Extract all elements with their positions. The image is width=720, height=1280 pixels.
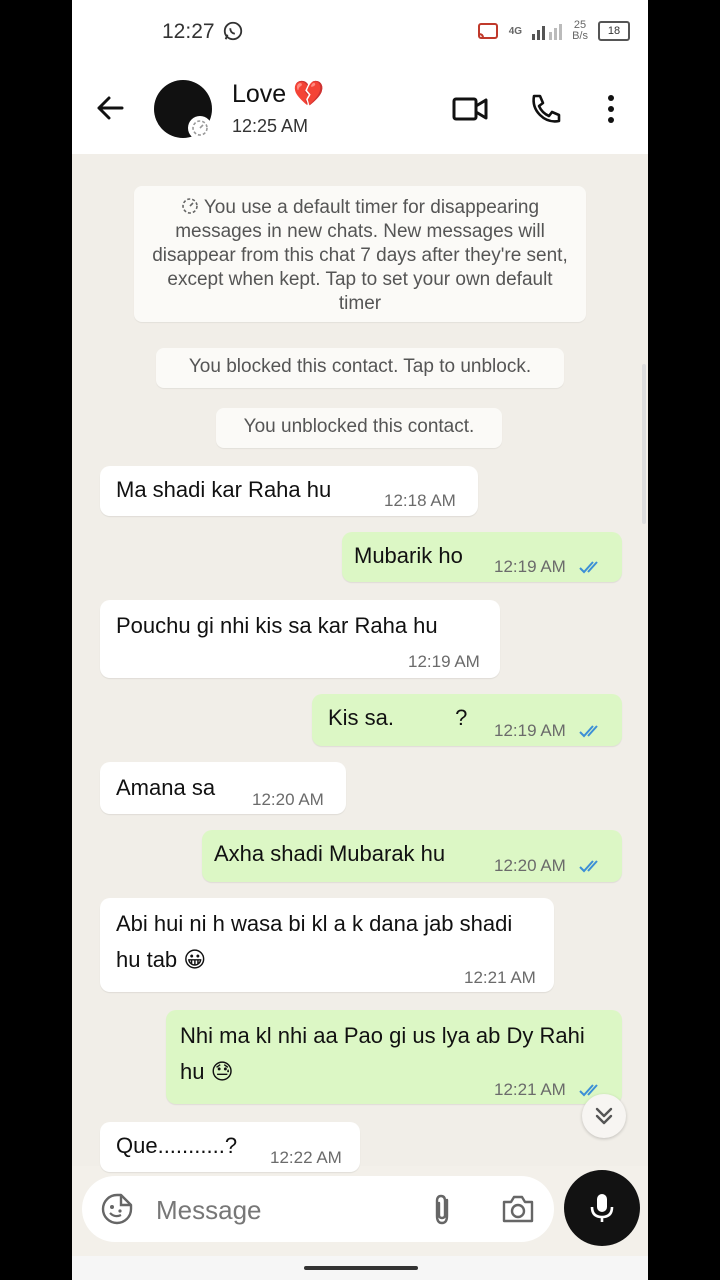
message-incoming[interactable]: Ma shadi kar Raha hu 12:18 AM bbox=[100, 466, 478, 516]
message-outgoing[interactable]: Mubarik ho 12:19 AM bbox=[342, 532, 622, 582]
message-incoming[interactable]: Pouchu gi nhi kis sa kar Raha hu 12:19 A… bbox=[100, 600, 500, 678]
message-input[interactable] bbox=[154, 1188, 408, 1232]
unblocked-notice: You unblocked this contact. bbox=[216, 408, 502, 448]
disappearing-text: You use a default timer for disappearing… bbox=[152, 197, 568, 314]
mic-icon bbox=[590, 1194, 614, 1222]
scroll-down-icon bbox=[595, 1107, 613, 1125]
timer-icon bbox=[188, 116, 212, 140]
cast-icon bbox=[477, 23, 498, 39]
chat-area[interactable]: You use a default timer for disappearing… bbox=[72, 154, 648, 1172]
sticker-icon[interactable] bbox=[100, 1192, 134, 1226]
message-time: 12:19 AM bbox=[408, 652, 480, 671]
signal-icon bbox=[532, 24, 563, 40]
voice-call-icon[interactable] bbox=[528, 92, 564, 126]
message-time: 12:18 AM bbox=[384, 491, 456, 510]
blocked-notice[interactable]: You blocked this contact. Tap to unblock… bbox=[156, 348, 564, 388]
status-time: 12:27 bbox=[162, 20, 215, 43]
message-text: Mubarik ho bbox=[354, 543, 463, 568]
message-composer bbox=[82, 1176, 554, 1242]
message-outgoing[interactable]: Kis sa. ? 12:19 AM bbox=[312, 694, 622, 746]
unblocked-text: You unblocked this contact. bbox=[243, 416, 475, 437]
message-text: Kis sa. ? bbox=[328, 705, 468, 730]
status-icons: 4G 25 B/s 18 bbox=[477, 20, 630, 42]
video-call-icon[interactable] bbox=[452, 92, 488, 126]
message-time: 12:19 AM bbox=[494, 557, 566, 576]
message-time: 12:20 AM bbox=[252, 790, 324, 809]
scroll-to-bottom-button[interactable] bbox=[582, 1094, 626, 1138]
more-options-icon[interactable] bbox=[596, 92, 626, 126]
message-incoming[interactable]: Amana sa 12:20 AM bbox=[100, 762, 346, 814]
message-text: Axha shadi Mubarak hu bbox=[214, 841, 446, 866]
last-seen: 12:25 AM bbox=[232, 116, 309, 136]
whatsapp-icon bbox=[223, 21, 243, 41]
camera-icon[interactable] bbox=[500, 1192, 536, 1226]
contact-name[interactable]: Love 💔 bbox=[232, 80, 324, 109]
message-outgoing[interactable]: Axha shadi Mubarak hu 12:20 AM bbox=[202, 830, 622, 882]
disappearing-notice[interactable]: You use a default timer for disappearing… bbox=[134, 186, 586, 322]
battery-icon: 18 bbox=[598, 21, 630, 41]
read-ticks-icon bbox=[579, 561, 598, 574]
message-text: Que...........? bbox=[116, 1133, 238, 1158]
message-time: 12:21 AM bbox=[494, 1080, 566, 1099]
message-time: 12:20 AM bbox=[494, 856, 566, 875]
message-text: Abi hui ni h wasa bi kl a k dana jab sha… bbox=[116, 911, 513, 972]
attach-icon[interactable] bbox=[428, 1192, 458, 1226]
net-speed: 25 B/s bbox=[572, 19, 588, 42]
navigation-bar bbox=[72, 1256, 648, 1280]
message-text: Amana sa bbox=[116, 775, 216, 800]
message-text: Ma shadi kar Raha hu bbox=[116, 477, 332, 502]
message-outgoing[interactable]: Nhi ma kl nhi aa Pao gi us lya ab Dy Rah… bbox=[166, 1010, 622, 1104]
network-label: 4G bbox=[508, 25, 523, 37]
message-time: 12:22 AM bbox=[270, 1148, 342, 1167]
back-arrow-icon[interactable] bbox=[92, 90, 128, 126]
voice-message-button[interactable] bbox=[564, 1170, 640, 1246]
timer-icon bbox=[182, 198, 198, 214]
message-text: Pouchu gi nhi kis sa kar Raha hu bbox=[116, 613, 438, 638]
message-time: 12:19 AM bbox=[494, 721, 566, 740]
home-gesture-bar[interactable] bbox=[304, 1266, 418, 1270]
status-bar: 12:27 4G 25 B/s 18 bbox=[72, 0, 648, 62]
blocked-text: You blocked this contact. Tap to unblock… bbox=[188, 356, 532, 377]
scroll-handle[interactable] bbox=[642, 364, 646, 524]
read-ticks-icon bbox=[579, 860, 598, 873]
message-incoming[interactable]: Abi hui ni h wasa bi kl a k dana jab sha… bbox=[100, 898, 554, 992]
phone-screen: 12:27 4G 25 B/s 18 Love 💔 12:25 AM You u… bbox=[72, 0, 648, 1280]
read-ticks-icon bbox=[579, 725, 598, 738]
message-incoming[interactable]: Que...........? 12:22 AM bbox=[100, 1122, 360, 1172]
message-time: 12:21 AM bbox=[464, 968, 536, 987]
chat-header: Love 💔 12:25 AM bbox=[72, 62, 648, 155]
